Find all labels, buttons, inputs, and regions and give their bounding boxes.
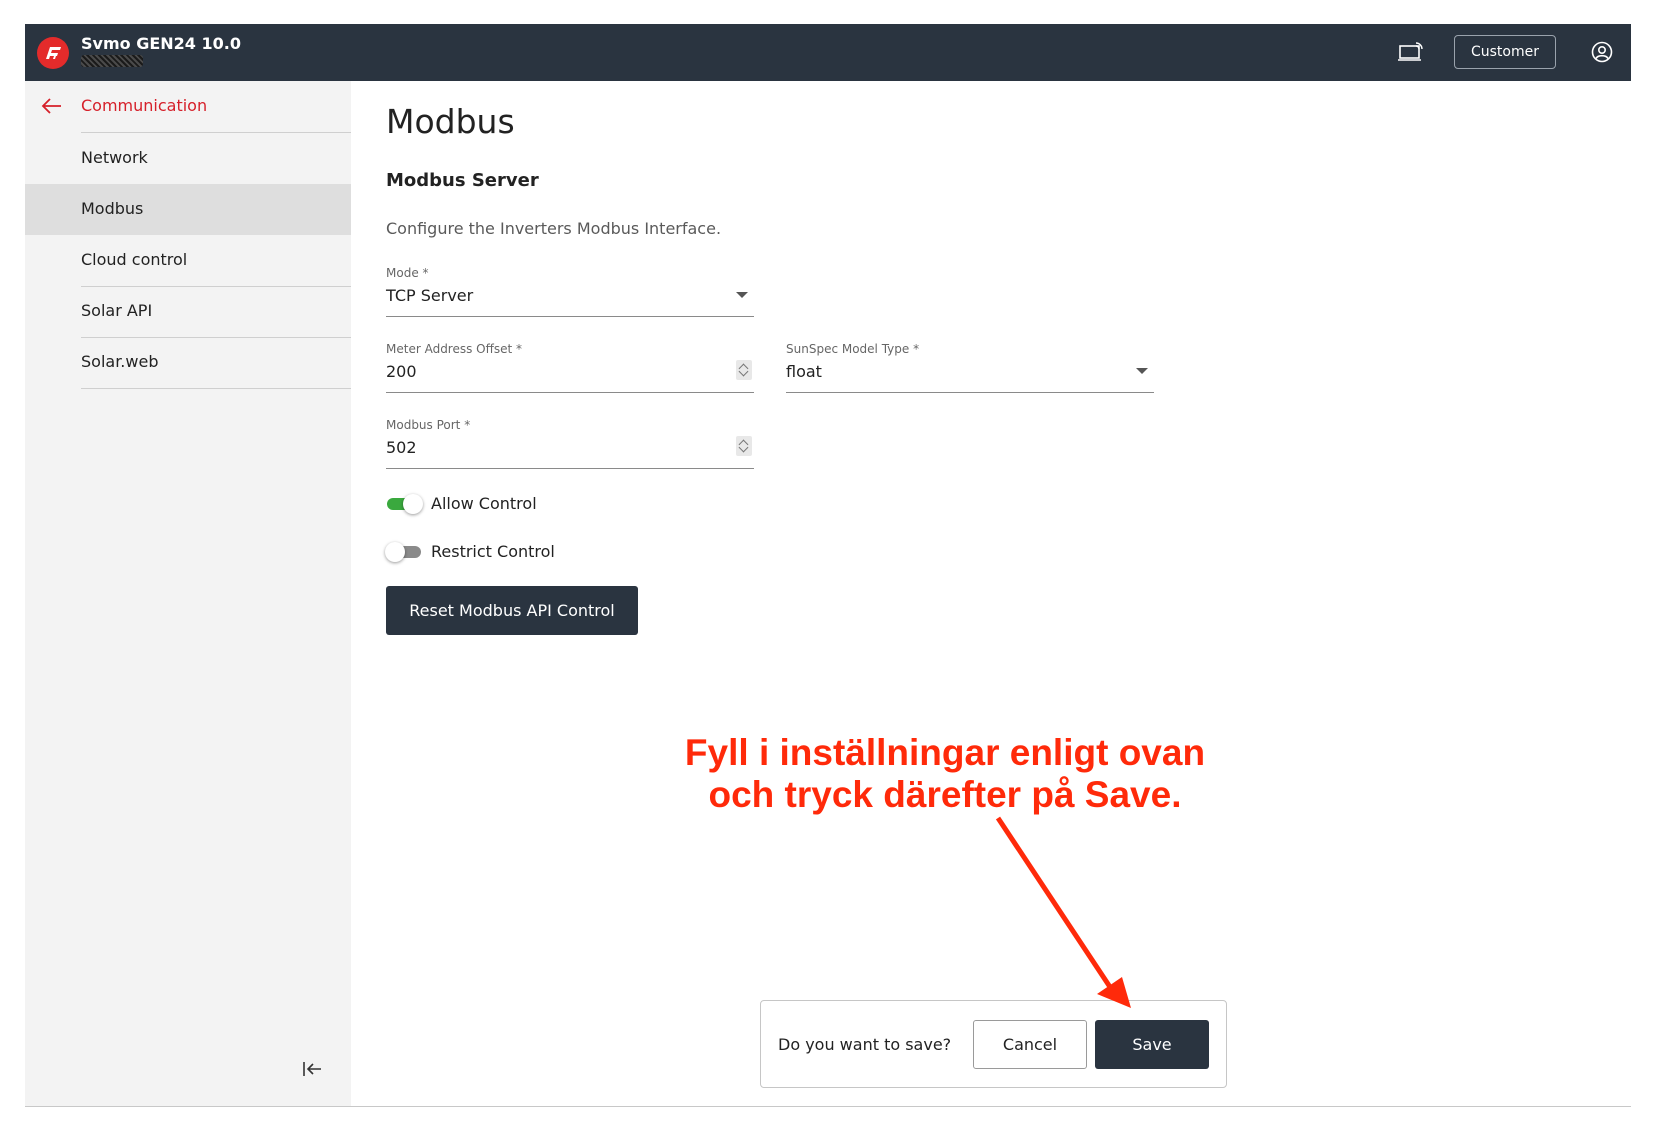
page-title: Modbus bbox=[386, 102, 515, 141]
annotation-line-1: Fyll i inställningar enligt ovan bbox=[684, 732, 1206, 773]
mode-value: TCP Server bbox=[386, 286, 474, 305]
restrict-control-label: Restrict Control bbox=[431, 542, 555, 561]
instruction-annotation: Fyll i inställningar enligt ovan och try… bbox=[585, 732, 1305, 816]
modbus-port-input[interactable]: Modbus Port * 502 bbox=[386, 418, 754, 469]
annotation-line-2: och tryck därefter på Save. bbox=[708, 774, 1182, 815]
section-title: Modbus Server bbox=[386, 170, 539, 191]
sidebar-item-cloud-control[interactable]: Cloud control bbox=[25, 235, 351, 286]
back-arrow-icon bbox=[41, 98, 61, 114]
reset-modbus-api-control-button[interactable]: Reset Modbus API Control bbox=[386, 586, 638, 635]
save-button[interactable]: Save bbox=[1095, 1020, 1209, 1069]
mode-label: Mode * bbox=[386, 266, 429, 280]
allow-control-label: Allow Control bbox=[431, 494, 537, 513]
sidebar: Communication Network Modbus Cloud contr… bbox=[25, 81, 351, 1106]
sunspec-label: SunSpec Model Type * bbox=[786, 342, 920, 356]
restrict-control-toggle[interactable] bbox=[385, 542, 423, 562]
section-description: Configure the Inverters Modbus Interface… bbox=[386, 219, 722, 238]
sidebar-item-modbus[interactable]: Modbus bbox=[25, 184, 351, 235]
cancel-button[interactable]: Cancel bbox=[973, 1020, 1087, 1069]
user-account-icon[interactable] bbox=[1591, 41, 1613, 63]
sidebar-item-label: Solar API bbox=[81, 301, 153, 320]
customer-role-button[interactable]: Customer bbox=[1454, 35, 1556, 69]
number-stepper-icon[interactable] bbox=[736, 436, 752, 456]
back-label: Communication bbox=[81, 96, 208, 115]
meter-offset-label: Meter Address Offset * bbox=[386, 342, 523, 356]
sidebar-item-network[interactable]: Network bbox=[25, 133, 351, 184]
number-stepper-icon[interactable] bbox=[736, 360, 752, 380]
meter-address-offset-input[interactable]: Meter Address Offset * 200 bbox=[386, 342, 754, 393]
fronius-logo-icon bbox=[37, 37, 69, 69]
sunspec-value: float bbox=[786, 362, 822, 381]
sidebar-item-label: Modbus bbox=[81, 199, 144, 218]
collapse-sidebar-icon[interactable] bbox=[301, 1059, 323, 1079]
allow-control-toggle[interactable] bbox=[385, 494, 423, 514]
top-bar: Svmo GEN24 10.0 Customer bbox=[25, 24, 1631, 81]
redacted-device-name bbox=[81, 55, 143, 67]
port-label: Modbus Port * bbox=[386, 418, 471, 432]
sidebar-item-label: Solar.web bbox=[81, 352, 159, 371]
back-to-communication[interactable]: Communication bbox=[25, 81, 351, 132]
app-window: Svmo GEN24 10.0 Customer Communication N… bbox=[25, 24, 1631, 1107]
save-dialog: Do you want to save? Cancel Save bbox=[760, 1000, 1227, 1088]
sidebar-item-label: Network bbox=[81, 148, 148, 167]
dropdown-arrow-icon bbox=[1136, 368, 1148, 374]
sidebar-item-solar-api[interactable]: Solar API bbox=[25, 286, 351, 337]
app-title: Svmo GEN24 10.0 bbox=[81, 34, 241, 53]
remote-device-icon[interactable] bbox=[1397, 40, 1425, 64]
meter-offset-value: 200 bbox=[386, 362, 417, 381]
sidebar-item-solar-web[interactable]: Solar.web bbox=[25, 337, 351, 388]
divider bbox=[81, 388, 351, 389]
sunspec-model-select[interactable]: SunSpec Model Type * float bbox=[786, 342, 1154, 393]
sidebar-item-label: Cloud control bbox=[81, 250, 188, 269]
save-question: Do you want to save? bbox=[778, 1035, 952, 1054]
port-value: 502 bbox=[386, 438, 417, 457]
mode-select[interactable]: Mode * TCP Server bbox=[386, 266, 754, 317]
dropdown-arrow-icon bbox=[736, 292, 748, 298]
